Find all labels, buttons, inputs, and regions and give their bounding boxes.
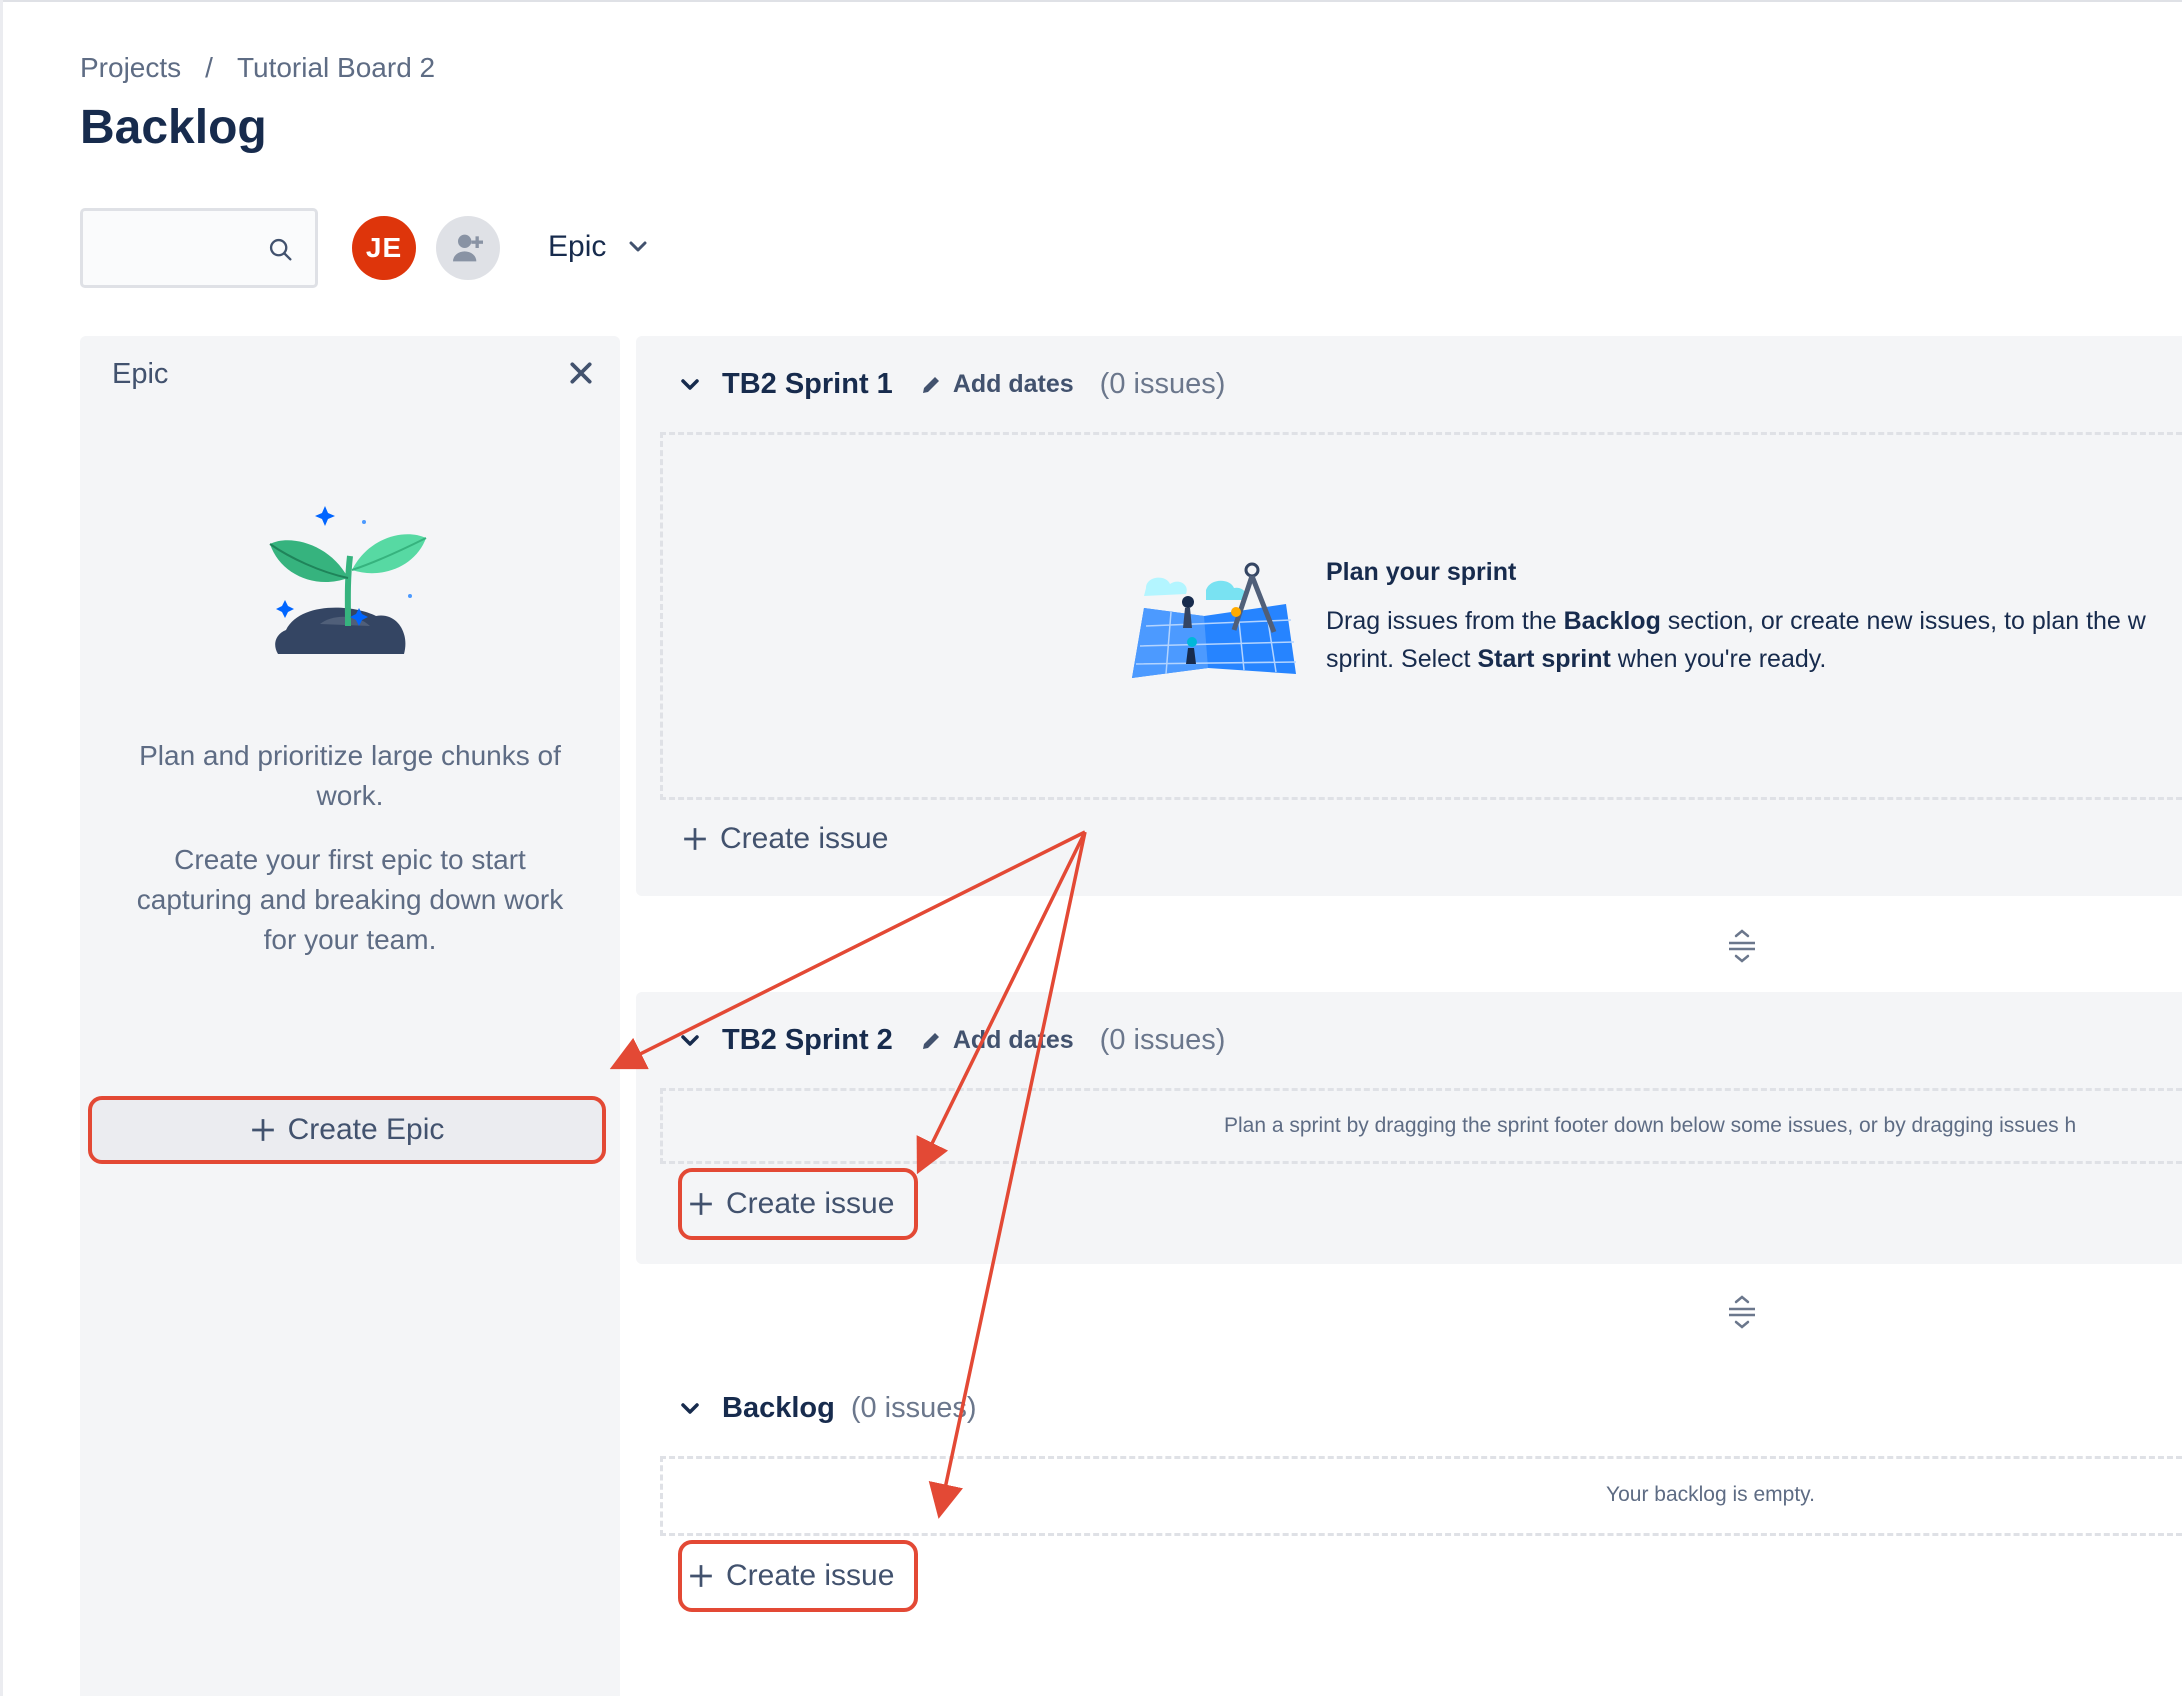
sprint-1-name: TB2 Sprint 1 <box>722 368 893 400</box>
plus-icon <box>684 828 706 850</box>
sprint-1-issue-count: (0 issues) <box>1099 368 1226 400</box>
sprint-2-add-dates-label: Add dates <box>952 1026 1074 1054</box>
chevron-down-icon[interactable] <box>680 1402 700 1416</box>
epic-filter-label: Epic <box>548 230 607 263</box>
plan-sprint-title: Plan your sprint <box>1326 558 1517 586</box>
plus-icon <box>690 1193 712 1215</box>
sprint-1-create-issue-label: Create issue <box>720 822 889 855</box>
backlog-header: Backlog (0 issues) <box>680 1392 977 1425</box>
plus-icon <box>251 1119 274 1141</box>
backlog-create-issue-button[interactable]: Create issue <box>678 1540 919 1612</box>
pencil-icon <box>922 1032 939 1049</box>
plan-text: sprint. Select <box>1326 645 1478 673</box>
chevron-down-icon <box>629 241 647 252</box>
plan-text-bold: Start sprint <box>1477 645 1611 673</box>
create-epic-button[interactable]: Create Epic <box>88 1096 606 1164</box>
sprint-2-add-dates[interactable]: Add dates <box>919 1026 1074 1055</box>
search-input[interactable] <box>80 208 318 288</box>
backlog-empty-note: Your backlog is empty. <box>1606 1483 1815 1506</box>
epic-description: Plan and prioritize large chunks of work… <box>139 740 561 811</box>
sprint-2-section: TB2 Sprint 2 Add dates (0 issues) Plan a… <box>636 992 2182 1264</box>
avatar-initials: JE <box>365 232 403 263</box>
sprint-2-create-issue-label: Create issue <box>726 1187 895 1220</box>
sprint-1-create-issue-button[interactable]: Create issue <box>682 822 888 856</box>
epic-panel-title: Epic <box>112 358 169 390</box>
sprint-2-header: TB2 Sprint 2 Add dates (0 issues) <box>680 1024 1225 1057</box>
plant-illustration <box>269 506 427 654</box>
plus-icon <box>690 1565 712 1587</box>
sprint-2-name: TB2 Sprint 2 <box>722 1024 893 1056</box>
breadcrumb-projects[interactable]: Projects <box>80 52 181 84</box>
sprint-1-header: TB2 Sprint 1 Add dates (0 issues) <box>680 368 1225 401</box>
plan-sprint-illustration <box>1132 562 1297 678</box>
add-person-icon <box>453 234 483 262</box>
chevron-down-icon[interactable] <box>680 1034 700 1048</box>
search-icon <box>269 238 292 261</box>
sprint-1-add-dates[interactable]: Add dates <box>919 370 1074 399</box>
create-epic-label: Create Epic <box>287 1113 445 1146</box>
plan-text-bold: Backlog <box>1563 607 1661 635</box>
epic-cta-text: Create your first epic to start capturin… <box>136 844 564 955</box>
avatar[interactable]: JE <box>352 216 416 280</box>
epic-panel: Epic Plan and prioritize large chunks of… <box>80 336 620 1696</box>
sprint-2-issue-count: (0 issues) <box>1099 1024 1226 1056</box>
backlog-create-issue-label: Create issue <box>726 1559 895 1592</box>
plan-text: when you're ready. <box>1610 645 1827 673</box>
backlog-dropzone <box>660 1456 2182 1536</box>
plan-text: section, or create new issues, to plan t… <box>1660 607 2146 635</box>
pencil-icon <box>922 376 939 393</box>
breadcrumb-board[interactable]: Tutorial Board 2 <box>237 52 435 84</box>
left-border <box>0 0 3 1696</box>
plan-sprint-body: Drag issues from the Backlog section, or… <box>1326 602 2182 678</box>
backlog-name: Backlog <box>722 1392 835 1424</box>
close-icon[interactable] <box>568 360 594 386</box>
drag-handle-icon[interactable] <box>1726 928 1758 964</box>
breadcrumb: Projects / Tutorial Board 2 <box>80 52 435 84</box>
page-title: Backlog <box>80 101 267 154</box>
sprint-2-empty-note: Plan a sprint by dragging the sprint foo… <box>1224 1114 2077 1137</box>
top-border <box>0 0 2182 2</box>
sprint-2-create-issue-button[interactable]: Create issue <box>678 1168 919 1240</box>
add-person-button[interactable] <box>436 216 500 280</box>
breadcrumb-separator: / <box>205 52 213 83</box>
epic-filter-dropdown[interactable]: Epic <box>548 230 648 264</box>
drag-handle-icon[interactable] <box>1726 1294 1758 1330</box>
sprint-1-add-dates-label: Add dates <box>952 370 1074 398</box>
plan-text: Drag issues from the <box>1326 607 1564 635</box>
backlog-issue-count: (0 issues) <box>850 1392 977 1424</box>
chevron-down-icon[interactable] <box>680 378 700 392</box>
